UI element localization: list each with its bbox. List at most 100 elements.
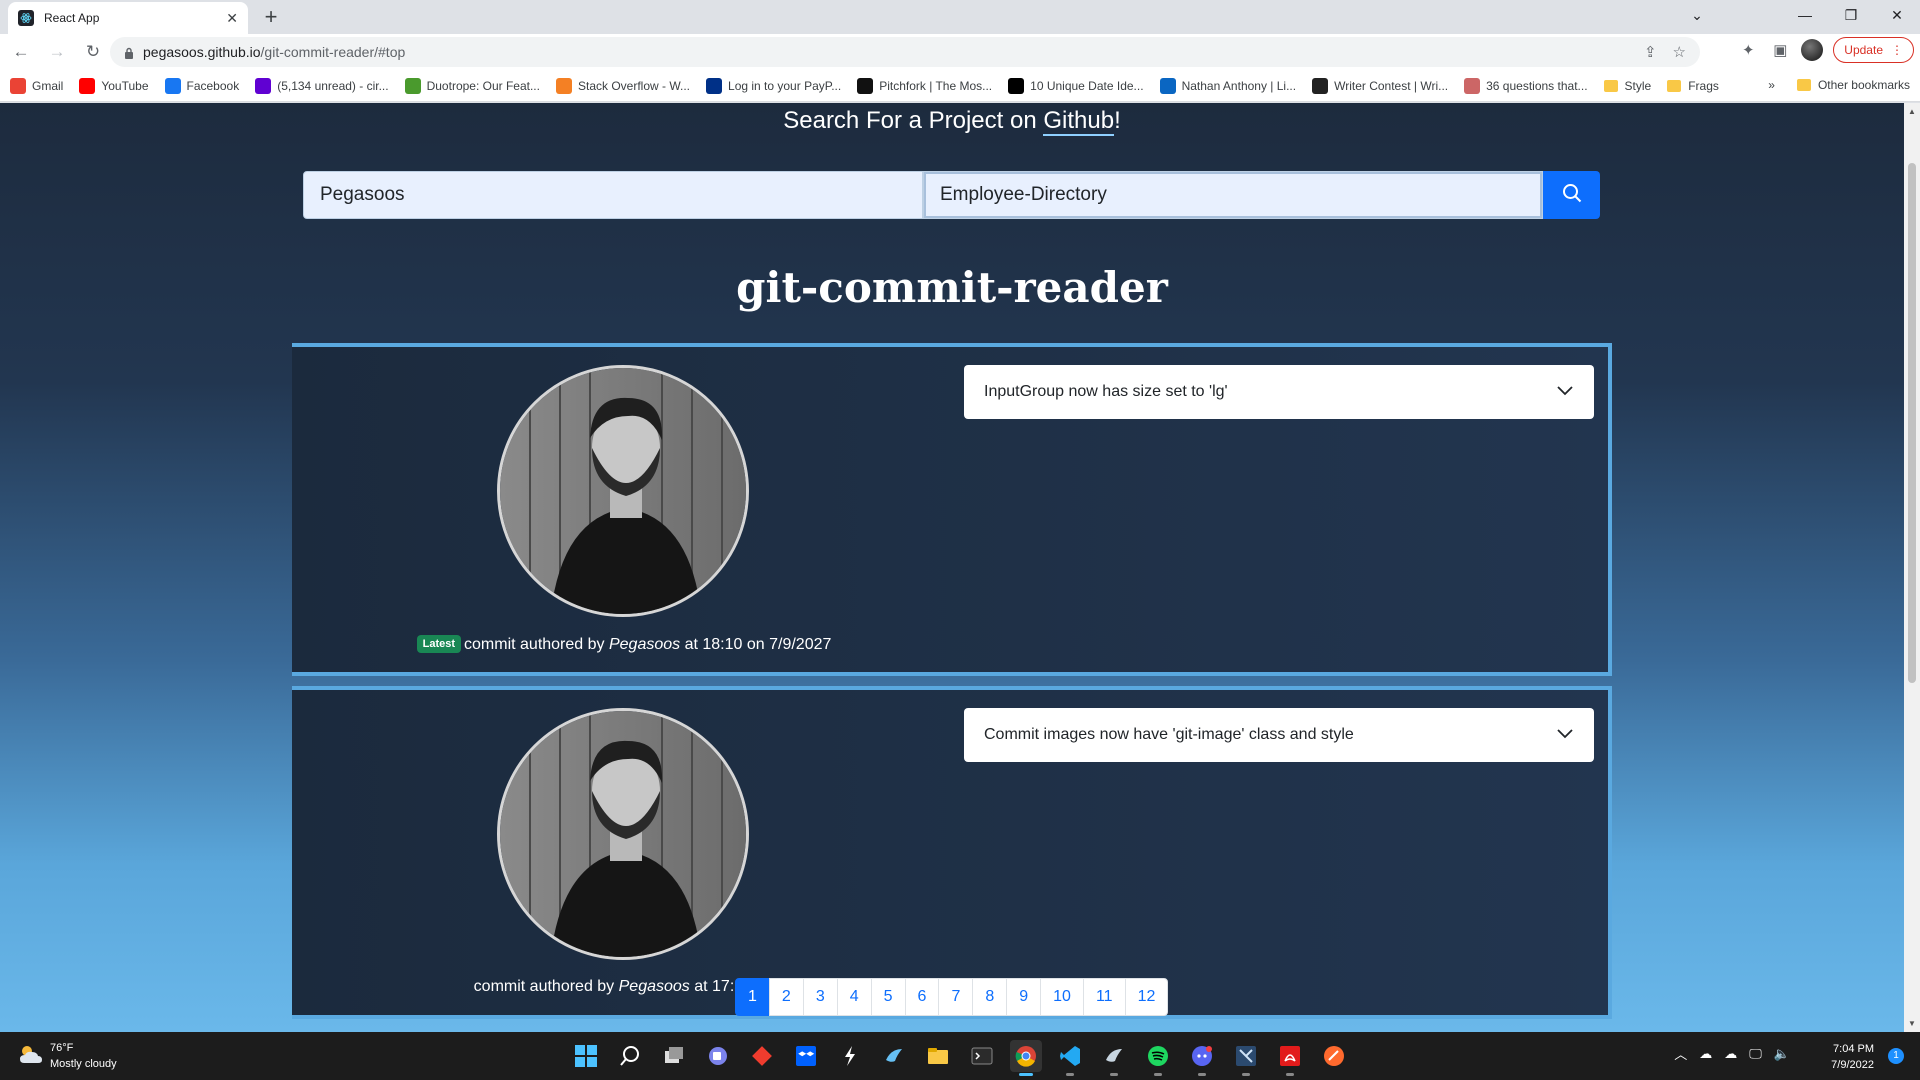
page-link[interactable]: 4 [836,978,872,1016]
steam-icon[interactable] [878,1040,910,1072]
close-window-icon[interactable]: ✕ [1874,7,1920,24]
commit-author: Pegasoos [608,636,681,653]
github-link[interactable]: Github [1043,107,1115,136]
dropbox-icon[interactable] [790,1040,822,1072]
bookmark-item[interactable]: Duotrope: Our Feat... [404,77,540,94]
page-link[interactable]: 2 [768,978,804,1016]
bookmark-item[interactable]: Stack Overflow - W... [555,77,690,94]
terminal-icon[interactable] [966,1040,998,1072]
acrobat-icon[interactable] [1274,1040,1306,1076]
address-bar[interactable]: pegasoos.github.io/git-commit-reader/#to… [110,37,1700,67]
bookmark-item[interactable]: Log in to your PayP... [706,77,841,94]
chrome-icon[interactable] [1010,1040,1042,1076]
commit-message-accordion[interactable]: Commit images now have 'git-image' class… [964,708,1594,762]
share-icon[interactable]: ⇪ [1644,43,1657,61]
url-text: pegasoos.github.io/git-commit-reader/#to… [143,44,405,60]
minimize-icon[interactable]: — [1782,7,1828,23]
bookmark-label: Style [1624,78,1652,93]
bookmark-item[interactable]: Gmail [10,77,63,94]
page-link[interactable]: 6 [904,978,940,1016]
scrollbar-thumb[interactable] [1908,163,1916,683]
start-button[interactable] [570,1040,602,1072]
extensions-icon[interactable]: ✦ [1737,41,1759,59]
bookmark-star-icon[interactable]: ☆ [1673,43,1686,61]
side-panel-icon[interactable]: ▣ [1769,41,1791,59]
page-scrollbar[interactable]: ▲ ▼ [1904,103,1920,1032]
bookmark-item[interactable]: Nathan Anthony | Li... [1159,77,1296,94]
page-link[interactable]: 11 [1082,978,1126,1016]
bookmark-label: YouTube [101,78,149,93]
page-link[interactable]: 5 [870,978,906,1016]
bookmark-label: Frags [1688,78,1719,93]
page-content: Search For a Project on Github! git-comm… [0,103,1904,1032]
search-icon[interactable] [614,1040,646,1072]
bookmark-item[interactable]: Pitchfork | The Mos... [857,77,992,94]
more-bookmarks-button[interactable]: » [1768,78,1775,92]
steam-app-icon[interactable] [1098,1040,1130,1076]
page-link[interactable]: 1 [735,978,770,1016]
search-icon [1562,183,1582,208]
s-icon [1008,77,1025,94]
restore-icon[interactable]: ❐ [1828,7,1874,24]
bookmark-item[interactable]: Style [1603,78,1652,93]
sql-server-icon[interactable] [1230,1040,1262,1076]
notification-badge[interactable]: 1 [1888,1048,1904,1064]
commit-author: Pegasoos [618,978,690,995]
scroll-down-icon[interactable]: ▼ [1904,1019,1920,1028]
bookmark-item[interactable]: Writer Contest | Wri... [1312,77,1448,94]
cloud-icon[interactable]: ☁ [1724,1046,1737,1062]
task-view-icon[interactable] [658,1040,690,1072]
facebook-icon [164,77,181,94]
new-tab-button[interactable]: + [258,4,284,30]
back-button[interactable]: ← [6,37,36,67]
weather-widget[interactable]: 76°F Mostly cloudy [18,1040,117,1072]
bookmark-item[interactable]: 36 questions that... [1464,77,1588,94]
network-icon[interactable]: 🖵 [1749,1046,1762,1062]
git-icon[interactable] [746,1040,778,1072]
page-link[interactable]: 10 [1040,978,1084,1016]
page-link[interactable]: 12 [1124,978,1169,1016]
clock[interactable]: 7:04 PM 7/9/2022 [1831,1041,1874,1073]
vscode-icon[interactable] [1054,1040,1086,1076]
page-link[interactable]: 3 [802,978,838,1016]
bookmark-item[interactable]: Facebook [164,77,239,94]
browser-tab[interactable]: React App ✕ [8,2,248,34]
reload-button[interactable]: ↻ [78,37,108,67]
sublime-text-icon[interactable] [1318,1040,1350,1072]
chevron-down-icon[interactable] [1556,724,1574,747]
sourcetree-icon[interactable] [834,1040,866,1072]
discord-icon[interactable] [1186,1040,1218,1076]
search-button[interactable] [1543,171,1600,219]
close-tab-icon[interactable]: ✕ [226,10,238,27]
bookmark-item[interactable]: (5,134 unread) - cir... [255,77,389,94]
commit-message-accordion[interactable]: InputGroup now has size set to 'lg' [964,365,1594,419]
spotify-icon[interactable] [1142,1040,1174,1076]
page-link[interactable]: 7 [938,978,974,1016]
tab-search-button[interactable]: ⌄ [1674,0,1720,30]
repo-input[interactable] [923,171,1543,219]
bookmark-item[interactable]: 10 Unique Date Ide... [1008,77,1144,94]
page-link[interactable]: 8 [972,978,1008,1016]
latest-badge: Latest [416,635,462,653]
update-button[interactable]: Update ⋮ [1833,37,1914,63]
profile-avatar[interactable] [1801,39,1824,61]
heading-text: Search For a Project on [783,107,1044,134]
teams-chat-icon[interactable] [702,1040,734,1072]
chevron-down-icon[interactable] [1556,381,1574,404]
bookmark-item[interactable]: Frags [1667,79,1719,93]
owner-input[interactable] [303,171,923,219]
other-bookmarks[interactable]: » Other bookmarks [1768,78,1910,92]
file-explorer-icon[interactable] [922,1040,954,1072]
volume-icon[interactable]: 🔈 [1774,1046,1790,1062]
forward-button[interactable]: → [42,37,72,67]
windows-taskbar: 76°F Mostly cloudy ︿ ☁ ☁ 🖵 🔈 7:04 PM 7/9… [0,1032,1920,1080]
chevron-up-icon[interactable]: ︿ [1674,1044,1687,1063]
partly-cloudy-icon [18,1043,44,1070]
gmail-icon [10,77,26,94]
meta-text: commit authored by [464,636,609,653]
onedrive-icon[interactable]: ☁ [1699,1046,1712,1062]
chevron-down-icon[interactable]: ⌄ [1674,7,1720,24]
page-link[interactable]: 9 [1006,978,1042,1016]
bookmark-item[interactable]: YouTube [79,77,149,94]
scroll-up-icon[interactable]: ▲ [1904,107,1920,116]
